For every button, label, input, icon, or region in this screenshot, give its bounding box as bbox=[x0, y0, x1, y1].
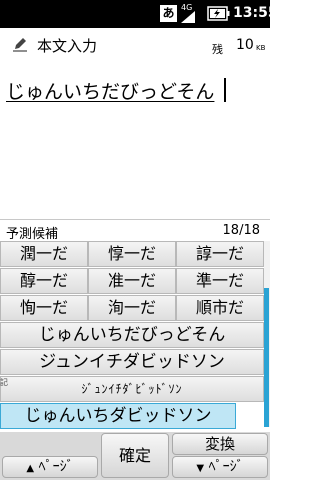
ime-mode-indicator: あ bbox=[160, 5, 177, 22]
candidate-button[interactable]: 潤一だ bbox=[0, 241, 88, 267]
title-bar: 本文入力 残 10 KB bbox=[0, 28, 270, 62]
confirm-button[interactable]: 確定 bbox=[101, 433, 169, 478]
candidate-button[interactable]: じゅんいちだびっどそん bbox=[0, 322, 264, 348]
text-caret bbox=[224, 78, 226, 102]
candidate-button[interactable]: 洵一だ bbox=[88, 295, 176, 321]
candidate-button[interactable]: 醇一だ bbox=[0, 268, 88, 294]
confirm-label: 確定 bbox=[118, 446, 151, 465]
candidate-button[interactable]: 準一だ bbox=[176, 268, 264, 294]
page-down-label: ﾍﾟｰｼﾞ bbox=[208, 459, 244, 475]
convert-label: 変換 bbox=[204, 435, 235, 453]
clock: 13:55 bbox=[233, 5, 278, 21]
remaining-value: 10 bbox=[236, 37, 254, 53]
page-title: 本文入力 bbox=[37, 37, 98, 55]
pencil-icon bbox=[13, 38, 27, 52]
candidate-button[interactable]: 准一だ bbox=[88, 268, 176, 294]
remaining-label: 残 bbox=[212, 43, 223, 56]
signal-icon bbox=[181, 11, 195, 23]
candidate-button[interactable]: ジュンイチダビッドソン bbox=[0, 349, 264, 375]
side-marker: 記 bbox=[0, 378, 8, 387]
status-bar: あ 4G 13:55 bbox=[0, 0, 278, 28]
candidate-button[interactable]: 恂一だ bbox=[0, 295, 88, 321]
composing-text: じゅんいちだびっどそん bbox=[6, 81, 215, 103]
prediction-count: 18/18 bbox=[222, 223, 260, 238]
page-up-label: ﾍﾟｰｼﾞ bbox=[38, 459, 74, 475]
convert-button[interactable]: 変換 bbox=[172, 433, 268, 455]
ime-action-bar: ▲ ﾍﾟｰｼﾞ 確定 変換 ▼ ﾍﾟｰｼﾞ bbox=[0, 432, 270, 480]
candidate-button[interactable]: 諄一だ bbox=[176, 241, 264, 267]
prediction-header: 予測候補 18/18 bbox=[0, 219, 270, 242]
up-arrow-icon: ▲ bbox=[26, 463, 35, 474]
remaining-unit: KB bbox=[256, 44, 266, 52]
candidate-button[interactable]: 順市だ bbox=[176, 295, 264, 321]
down-arrow-icon: ▼ bbox=[196, 463, 205, 474]
candidate-button[interactable]: ｼﾞｭﾝｲﾁﾀﾞﾋﾞｯﾄﾞｿﾝ bbox=[0, 376, 264, 402]
page-down-button[interactable]: ▼ ﾍﾟｰｼﾞ bbox=[172, 456, 268, 478]
prediction-label: 予測候補 bbox=[6, 227, 59, 242]
candidate-scrollbar-thumb[interactable] bbox=[264, 288, 269, 427]
candidate-button-selected[interactable]: じゅんいちダビッドソン bbox=[0, 403, 236, 429]
message-body-editor[interactable]: じゅんいちだびっどそん bbox=[0, 62, 270, 218]
page-up-button[interactable]: ▲ ﾍﾟｰｼﾞ bbox=[2, 456, 98, 478]
candidate-button[interactable]: 惇一だ bbox=[88, 241, 176, 267]
battery-icon bbox=[207, 6, 230, 21]
